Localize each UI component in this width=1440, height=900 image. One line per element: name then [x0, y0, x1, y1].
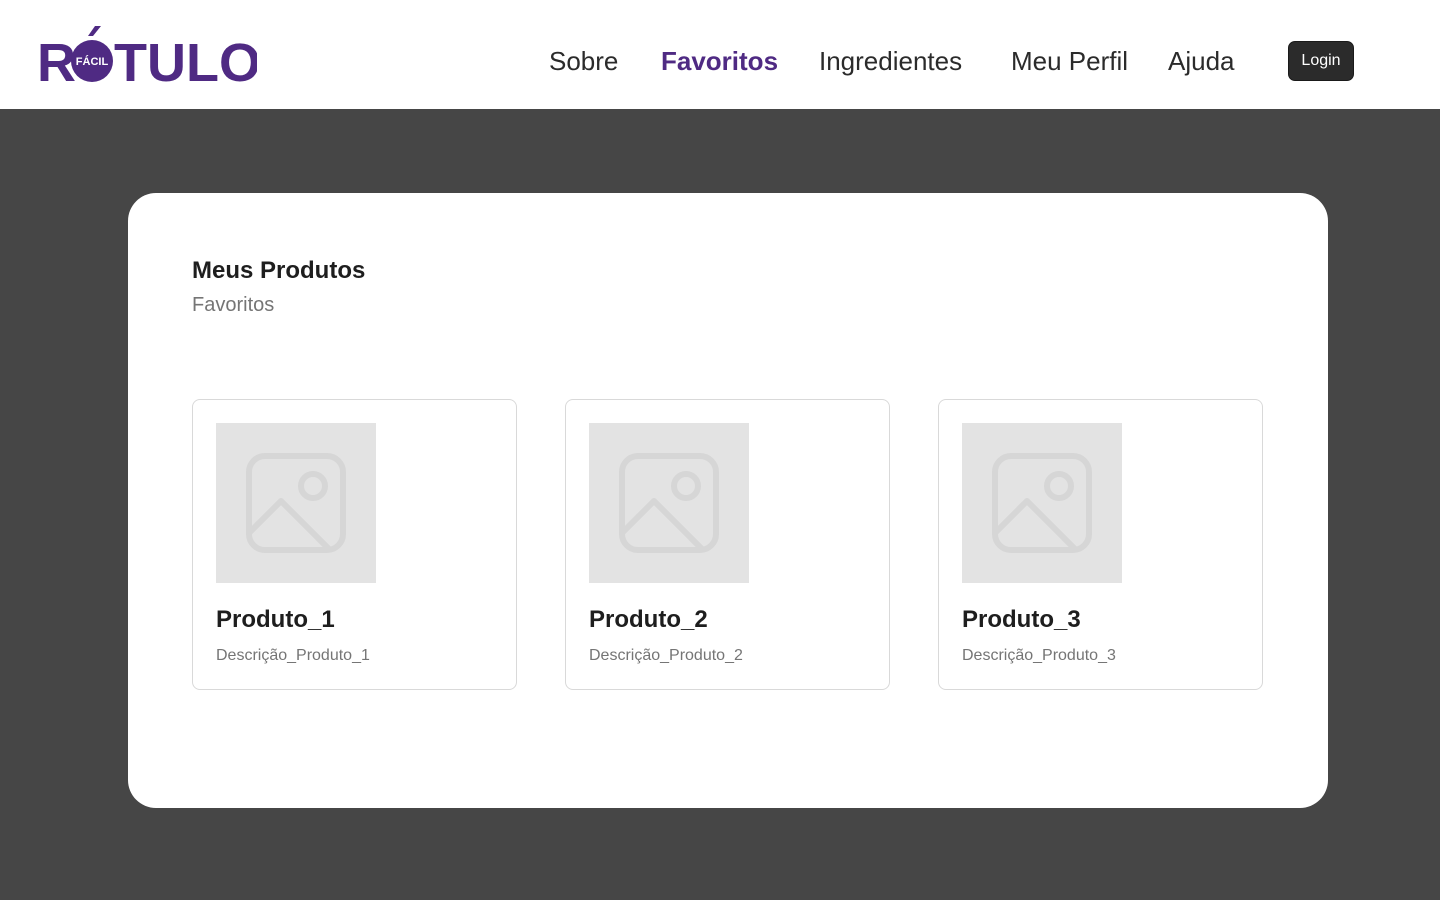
- image-placeholder-icon: [992, 453, 1092, 553]
- nav-item-ajuda[interactable]: Ajuda: [1168, 41, 1235, 81]
- page-subtitle: Favoritos: [192, 294, 275, 316]
- login-button[interactable]: Login: [1288, 41, 1354, 81]
- top-header: R FÁCIL TULO Sobre Favoritos Ingrediente…: [0, 0, 1440, 109]
- nav-item-sobre[interactable]: Sobre: [549, 41, 618, 81]
- product-name: Produto_3: [962, 606, 1081, 633]
- main-nav: Sobre Favoritos Ingredientes Meu Perfil …: [0, 41, 1440, 81]
- product-card[interactable]: Produto_3 Descrição_Produto_3: [938, 399, 1263, 690]
- product-name: Produto_1: [216, 606, 335, 633]
- nav-item-meu-perfil[interactable]: Meu Perfil: [1011, 41, 1128, 81]
- product-description: Descrição_Produto_2: [589, 647, 743, 664]
- nav-item-favoritos[interactable]: Favoritos: [661, 41, 778, 81]
- product-description: Descrição_Produto_1: [216, 647, 370, 664]
- product-image: [216, 423, 376, 583]
- image-placeholder-icon: [246, 453, 346, 553]
- nav-item-ingredientes[interactable]: Ingredientes: [819, 41, 962, 81]
- product-image: [589, 423, 749, 583]
- product-image: [962, 423, 1122, 583]
- product-description: Descrição_Produto_3: [962, 647, 1116, 664]
- product-name: Produto_2: [589, 606, 708, 633]
- page-title: Meus Produtos: [192, 257, 366, 284]
- product-card[interactable]: Produto_2 Descrição_Produto_2: [565, 399, 890, 690]
- image-placeholder-icon: [619, 453, 719, 553]
- product-card[interactable]: Produto_1 Descrição_Produto_1: [192, 399, 517, 690]
- products-panel: Meus Produtos Favoritos Produto_1 Descri…: [128, 193, 1328, 808]
